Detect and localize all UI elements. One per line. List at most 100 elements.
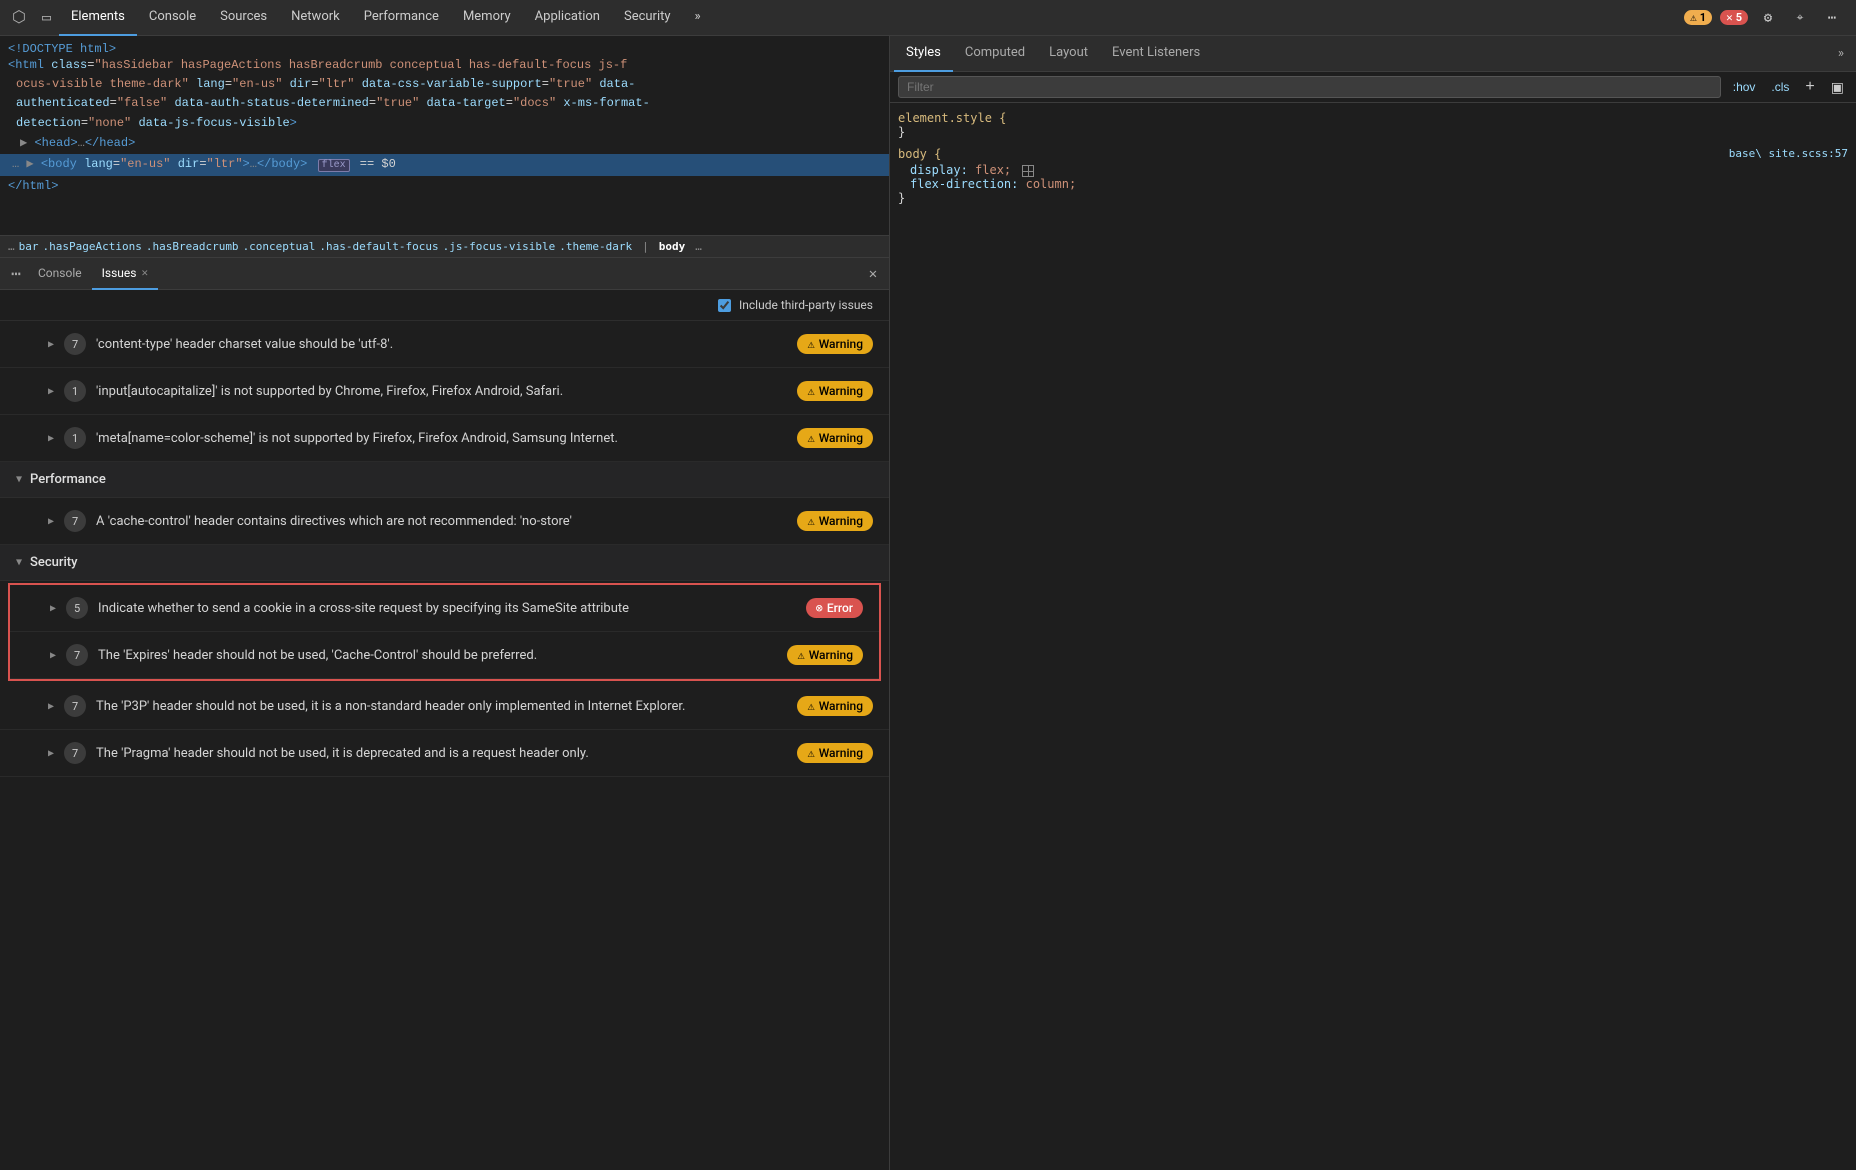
css-source-link[interactable]: base\ site.scss:57 [1729,147,1848,163]
issue-text: The 'Pragma' header should not be used, … [96,746,787,761]
issue-row[interactable]: ▶ 7 A 'cache-control' header contains di… [0,498,889,545]
doctype-line: <!DOCTYPE html> [8,42,881,56]
warning-triangle-icon: ⚠ [807,384,814,398]
tab-network[interactable]: Network [279,0,352,36]
issue-count: 7 [66,644,88,666]
warning-triangle-icon: ⚠ [1690,11,1697,24]
issue-text: The 'Expires' header should not be used,… [98,648,777,663]
expand-icon[interactable]: ▶ [48,748,54,759]
broadcast-icon[interactable]: ⌖ [1788,6,1812,30]
css-close: } [898,125,1848,139]
warning-triangle-icon: ⚠ [807,699,814,713]
tab-elements[interactable]: Elements [59,0,137,36]
bottom-panel: ⋯ Console Issues ✕ ✕ Include third-party… [0,258,889,1170]
tab-layout[interactable]: Layout [1037,36,1100,72]
warning-badge[interactable]: ⚠ Warning [797,428,873,448]
tab-event-listeners[interactable]: Event Listeners [1100,36,1212,72]
group-header-security[interactable]: ▼ Security [0,545,889,581]
breadcrumb: … bar .hasPageActions .hasBreadcrumb .co… [0,236,889,258]
tab-elements-icon[interactable]: ⬡ [4,0,34,36]
issue-count: 7 [64,333,86,355]
grid-icon[interactable] [1022,165,1034,177]
right-panel-more[interactable]: » [1830,46,1852,61]
elements-panel: <!DOCTYPE html> <html class="hasSidebar … [0,36,889,236]
expand-icon[interactable]: ▶ [48,386,54,397]
warning-triangle-icon: ⚠ [807,746,814,760]
flex-badge[interactable]: flex [318,159,350,172]
css-property-display: display: flex; [898,163,1848,177]
issue-row[interactable]: ▶ 1 'meta[name=color-scheme]' is not sup… [0,415,889,462]
issue-count: 1 [64,427,86,449]
expand-icon[interactable]: ▶ [48,433,54,444]
issue-row-expires[interactable]: ▶ 7 The 'Expires' header should not be u… [10,632,879,679]
head-line[interactable]: ▶ <head>…</head> [8,133,881,155]
expand-icon[interactable]: ▶ [48,701,54,712]
group-header-performance[interactable]: ▼ Performance [0,462,889,498]
warning-triangle-icon: ⚠ [807,337,814,351]
error-badge[interactable]: ✕ 5 [1720,10,1748,25]
warning-badge[interactable]: ⚠ Warning [797,511,873,531]
issue-text: 'meta[name=color-scheme]' is not support… [96,431,787,446]
issue-text: 'content-type' header charset value shou… [96,337,787,352]
tab-console[interactable]: Console [137,0,208,36]
expand-icon[interactable]: ▶ [48,339,54,350]
add-style-rule-button[interactable]: + [1801,78,1818,96]
issue-count: 7 [64,742,86,764]
warning-triangle-icon: ⚠ [797,648,804,662]
tab-issues-bottom[interactable]: Issues ✕ [92,258,158,290]
warning-badge[interactable]: ⚠ 1 [1684,10,1712,25]
warning-badge[interactable]: ⚠ Warning [797,696,873,716]
warning-badge[interactable]: ⚠ Warning [787,645,863,665]
body-line[interactable]: … ▶ <body lang="en-us" dir="ltr">…</body… [0,154,889,176]
css-selector-element: element.style { [898,111,1848,125]
tab-more[interactable]: » [683,0,713,36]
error-circle-icon: ⊗ [816,601,823,615]
warning-badge[interactable]: ⚠ Warning [797,381,873,401]
right-panel: Styles Computed Layout Event Listeners »… [890,36,1856,1170]
issue-text: The 'P3P' header should not be used, it … [96,699,787,714]
include-third-party-checkbox[interactable] [718,299,731,312]
expand-icon[interactable]: ▶ [50,650,56,661]
error-badge[interactable]: ⊗ Error [806,598,863,618]
expand-icon[interactable]: ▶ [50,603,56,614]
tab-performance[interactable]: Performance [352,0,451,36]
tab-application[interactable]: Application [523,0,612,36]
issue-row[interactable]: ▶ 7 'content-type' header charset value … [0,321,889,368]
issue-row-p3p[interactable]: ▶ 7 The 'P3P' header should not be used,… [0,683,889,730]
element-style-rule: element.style { } [898,111,1848,139]
issue-text: Indicate whether to send a cookie in a c… [98,601,796,616]
bottom-panel-dots[interactable]: ⋯ [4,262,28,286]
hov-button[interactable]: :hov [1729,78,1760,96]
close-bottom-panel-button[interactable]: ✕ [861,262,885,286]
issue-row-samesite[interactable]: ▶ 5 Indicate whether to send a cookie in… [10,585,879,632]
tab-responsive-icon[interactable]: ▭ [34,0,59,36]
issue-row[interactable]: ▶ 1 'input[autocapitalize]' is not suppo… [0,368,889,415]
more-options-icon[interactable]: ⋯ [1820,6,1844,30]
warning-triangle-icon: ⚠ [807,431,814,445]
issue-count: 1 [64,380,86,402]
tab-styles[interactable]: Styles [894,36,953,72]
warning-badge[interactable]: ⚠ Warning [797,334,873,354]
tab-sources[interactable]: Sources [208,0,279,36]
issue-count: 5 [66,597,88,619]
html-open-line[interactable]: <html class="hasSidebar hasPageActions h… [8,56,881,133]
cls-button[interactable]: .cls [1767,78,1793,96]
tab-security[interactable]: Security [612,0,683,36]
styles-filter-bar: :hov .cls + ▣ [890,72,1856,103]
expand-icon[interactable]: ▶ [48,516,54,527]
highlighted-issue-group: ▶ 5 Indicate whether to send a cookie in… [8,583,881,681]
settings-icon[interactable]: ⚙ [1756,6,1780,30]
warning-badge[interactable]: ⚠ Warning [797,743,873,763]
layout-icon-button[interactable]: ▣ [1827,79,1848,96]
left-panel: <!DOCTYPE html> <html class="hasSidebar … [0,36,890,1170]
issue-row-pragma[interactable]: ▶ 7 The 'Pragma' header should not be us… [0,730,889,777]
bottom-tabs: ⋯ Console Issues ✕ ✕ [0,258,889,290]
tab-console-bottom[interactable]: Console [28,258,92,290]
toolbar-right: ⚠ 1 ✕ 5 ⚙ ⌖ ⋯ [1684,6,1852,30]
close-issues-tab[interactable]: ✕ [141,266,148,279]
html-close-line: </html> [8,176,881,198]
styles-filter-input[interactable] [898,76,1721,98]
tab-memory[interactable]: Memory [451,0,523,36]
css-property-flex-direction: flex-direction: column; [898,177,1848,191]
tab-computed[interactable]: Computed [953,36,1037,72]
